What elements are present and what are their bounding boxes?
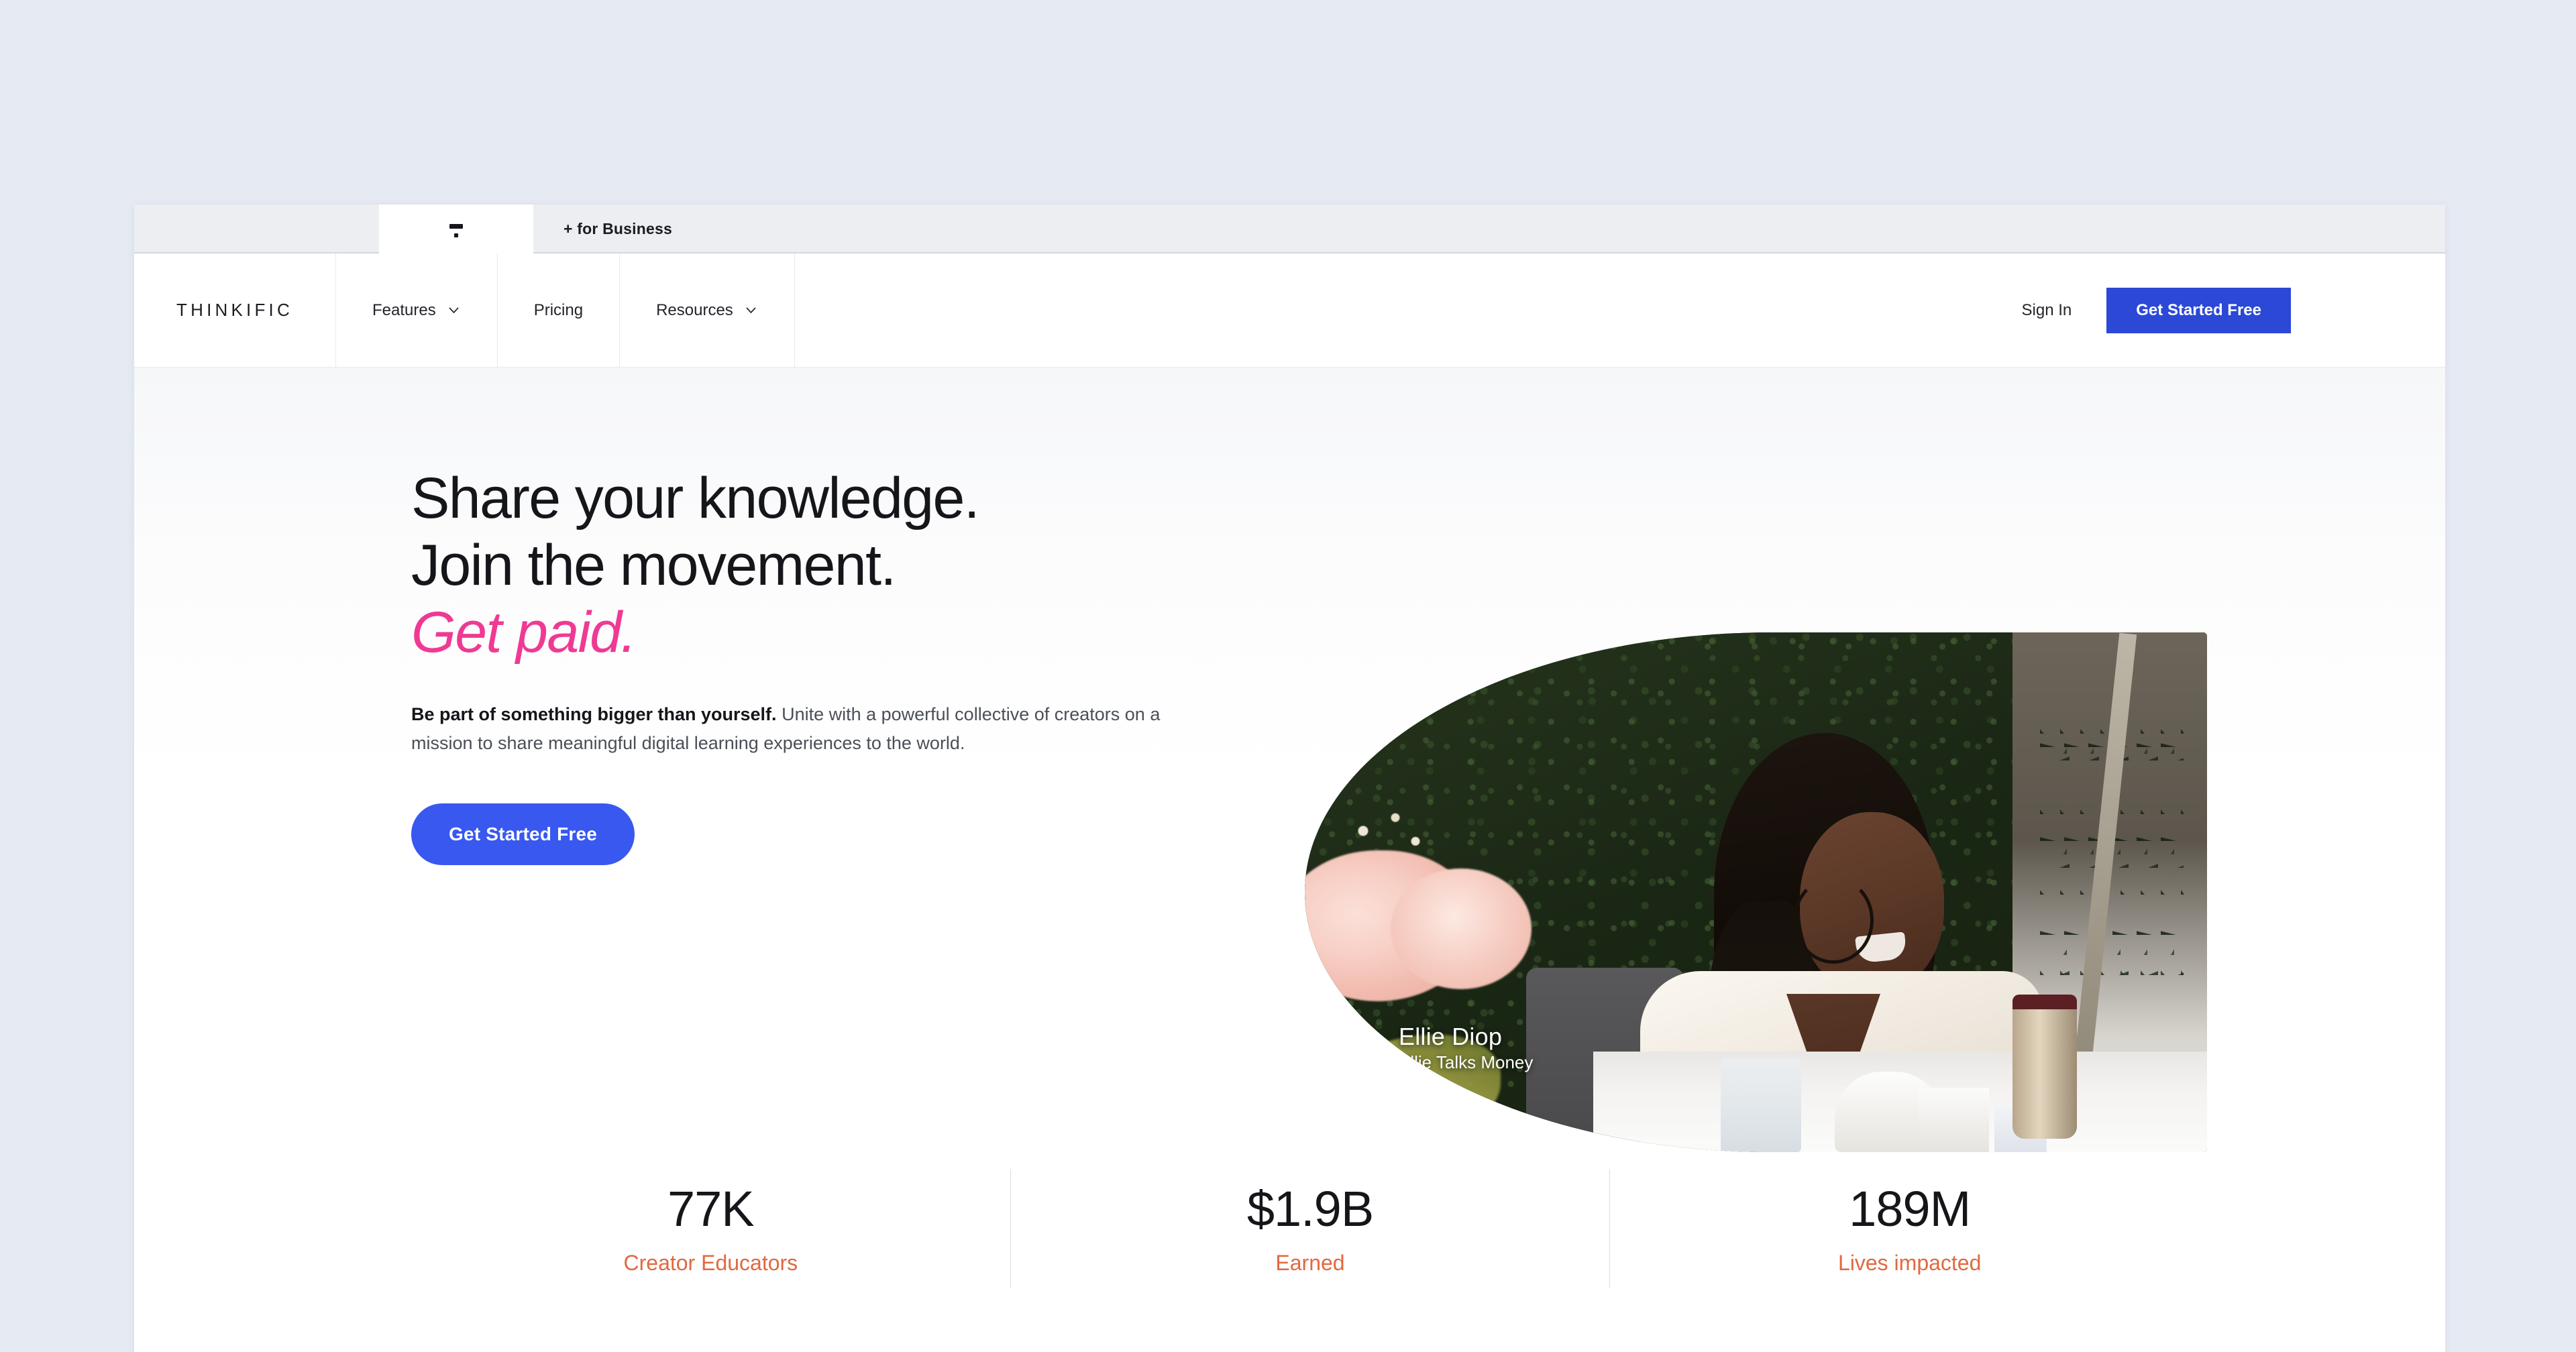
gold-tumbler	[2012, 995, 2077, 1139]
hero-get-started-button[interactable]: Get Started Free	[411, 803, 635, 865]
sign-in-link[interactable]: Sign In	[1987, 301, 2107, 320]
hero-headline-line2: Join the movement.	[411, 533, 896, 598]
browser-tab-active[interactable]	[379, 205, 533, 253]
caption-subtitle: Ellie Talks Money	[1399, 1052, 1534, 1072]
nav-item-pricing-label: Pricing	[533, 300, 584, 319]
stats-row: 77K Creator Educators $1.9B Earned 189M …	[411, 1169, 2209, 1288]
brand-logo[interactable]: THINKIFIC	[134, 253, 335, 367]
hero-description-bold: Be part of something bigger than yoursel…	[411, 703, 777, 724]
hero-image: Ellie Diop Ellie Talks Money	[1305, 632, 2207, 1152]
stat-value: $1.9B	[1246, 1180, 1374, 1237]
hero-description: Be part of something bigger than yoursel…	[411, 700, 1203, 758]
white-box	[1919, 1088, 1989, 1152]
navbar-right: Sign In Get Started Free	[1987, 253, 2445, 367]
stat-label: Creator Educators	[623, 1251, 798, 1276]
stat-lives-impacted: 189M Lives impacted	[1610, 1171, 2209, 1286]
hero-headline-accent: Get paid.	[411, 600, 637, 665]
nav-item-resources[interactable]: Resources	[619, 253, 795, 367]
stat-creator-educators: 77K Creator Educators	[411, 1171, 1010, 1286]
thinkific-mark-icon	[447, 219, 466, 239]
drinking-glass	[1721, 1058, 1801, 1152]
caption-name: Ellie Diop	[1399, 1023, 1503, 1051]
sign-in-label: Sign In	[2021, 300, 2072, 319]
hero-photo	[1305, 632, 2207, 1152]
hero-image-caption: Ellie Diop Ellie Talks Money	[1399, 1023, 1533, 1073]
stat-label: Earned	[1275, 1251, 1345, 1276]
nav-item-features[interactable]: Features	[335, 253, 497, 367]
nav-item-pricing[interactable]: Pricing	[496, 253, 619, 367]
browser-window: + for Business THINKIFIC Features Pricin…	[134, 205, 2445, 1352]
pink-rose-secondary	[1391, 868, 1532, 989]
tab-for-business[interactable]: + for Business	[564, 205, 672, 253]
hero-headline-line1: Share your knowledge.	[411, 466, 980, 530]
necklace	[1793, 877, 1874, 964]
brand-logo-text: THINKIFIC	[176, 300, 293, 320]
hero-headline: Share your knowledge. Join the movement.…	[411, 465, 1250, 667]
nav-item-resources-label: Resources	[656, 300, 733, 319]
nav-item-features-label: Features	[372, 300, 436, 319]
site-navbar: THINKIFIC Features Pricing Resources Sig…	[134, 253, 2445, 368]
stat-value: 77K	[667, 1180, 755, 1237]
browser-tab-strip: + for Business	[134, 205, 2445, 253]
chevron-down-icon	[447, 303, 461, 317]
hero-copy: Share your knowledge. Join the movement.…	[411, 465, 1250, 865]
navbar-get-started-button[interactable]: Get Started Free	[2106, 287, 2291, 333]
stat-earned: $1.9B Earned	[1011, 1171, 1610, 1286]
screen: + for Business THINKIFIC Features Pricin…	[0, 0, 2576, 1352]
stat-label: Lives impacted	[1837, 1251, 1982, 1276]
tab-for-business-label: + for Business	[564, 220, 672, 237]
hero-section: Share your knowledge. Join the movement.…	[134, 368, 2445, 1288]
stat-value: 189M	[1849, 1180, 1971, 1237]
chevron-down-icon	[744, 303, 758, 317]
navbar-left: THINKIFIC Features Pricing Resources	[134, 253, 795, 367]
